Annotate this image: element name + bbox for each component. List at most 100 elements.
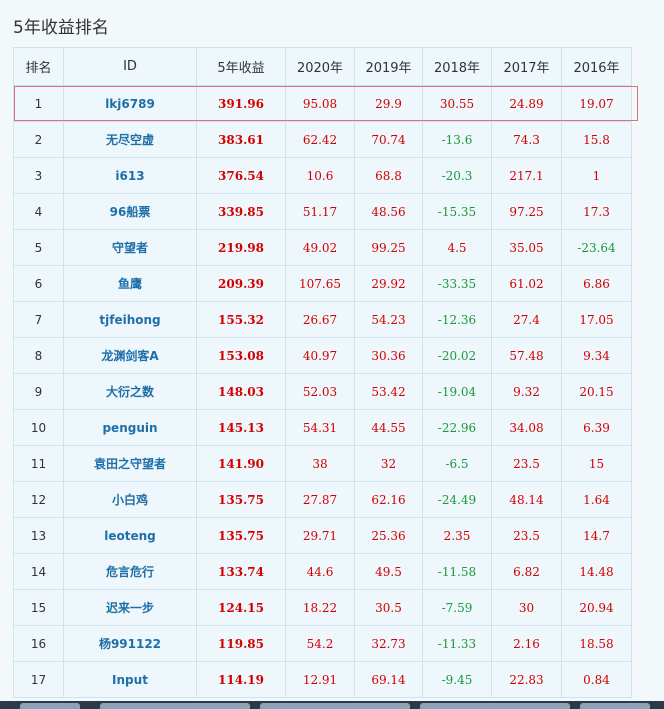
- year-return-cell-2019: 68.8: [354, 157, 423, 194]
- user-id-link[interactable]: 大衍之数: [106, 385, 154, 399]
- table-row: 8 龙渊剑客A 153.08 40.97 30.36 -20.02 57.48 9.34: [13, 337, 632, 374]
- table-header-row: 排名 ID 5年收益 2020年 2019年 2018年 2017年 2016年: [13, 47, 632, 86]
- year-return-cell-2018: 4.5: [422, 229, 492, 266]
- year-return-cell-2018: -24.49: [422, 481, 492, 518]
- year-return-cell-2018: -33.35: [422, 265, 492, 302]
- year-return-cell-2019: 53.42: [354, 373, 423, 410]
- rank-cell: 15: [13, 589, 64, 626]
- year-return-cell-2020: 44.6: [285, 553, 355, 590]
- rank-cell: 1: [13, 85, 64, 122]
- user-id-link[interactable]: 96船票: [110, 205, 151, 219]
- table-row: 3 i613 376.54 10.6 68.8 -20.3 217.1 1: [13, 157, 632, 194]
- id-cell: 小白鸡: [63, 481, 197, 518]
- user-id-link[interactable]: i613: [115, 169, 144, 183]
- year-return-cell-2020: 26.67: [285, 301, 355, 338]
- year-return-cell-2017: 6.82: [491, 553, 562, 590]
- five-year-return-cell: 339.85: [196, 193, 286, 230]
- id-cell: 守望者: [63, 229, 197, 266]
- page-title: 5年收益排名: [13, 18, 109, 38]
- year-return-cell-2020: 38: [285, 445, 355, 482]
- rank-cell: 12: [13, 481, 64, 518]
- year-return-cell-2020: 95.08: [285, 85, 355, 122]
- user-id-link[interactable]: 小白鸡: [112, 493, 148, 507]
- id-cell: 无尽空虚: [63, 121, 197, 158]
- user-id-link[interactable]: lkj6789: [105, 97, 155, 111]
- year-return-cell-2016: 1.64: [561, 481, 632, 518]
- user-id-link[interactable]: Input: [112, 673, 148, 687]
- ranking-table: 排名 ID 5年收益 2020年 2019年 2018年 2017年 2016年…: [13, 47, 632, 698]
- year-return-cell-2018: -11.58: [422, 553, 492, 590]
- year-return-cell-2020: 62.42: [285, 121, 355, 158]
- five-year-return-cell: 135.75: [196, 517, 286, 554]
- five-year-return-cell: 148.03: [196, 373, 286, 410]
- table-row: 9 大衍之数 148.03 52.03 53.42 -19.04 9.32 20.15: [13, 373, 632, 410]
- user-id-link[interactable]: 杨991122: [99, 637, 161, 651]
- year-return-cell-2019: 48.56: [354, 193, 423, 230]
- year-return-cell-2016: 15: [561, 445, 632, 482]
- year-return-cell-2017: 97.25: [491, 193, 562, 230]
- year-return-cell-2016: 0.84: [561, 661, 632, 698]
- year-return-cell-2017: 61.02: [491, 265, 562, 302]
- year-return-cell-2016: 6.39: [561, 409, 632, 446]
- year-return-cell-2020: 10.6: [285, 157, 355, 194]
- user-id-link[interactable]: 守望者: [112, 241, 148, 255]
- header-2017: 2017年: [491, 47, 562, 86]
- year-return-cell-2017: 74.3: [491, 121, 562, 158]
- rank-cell: 11: [13, 445, 64, 482]
- year-return-cell-2018: -20.3: [422, 157, 492, 194]
- year-return-cell-2018: -12.36: [422, 301, 492, 338]
- year-return-cell-2019: 30.5: [354, 589, 423, 626]
- taskbar-button[interactable]: [260, 703, 410, 709]
- table-row: 5 守望者 219.98 49.02 99.25 4.5 35.05 -23.64: [13, 229, 632, 266]
- year-return-cell-2018: -7.59: [422, 589, 492, 626]
- rank-cell: 9: [13, 373, 64, 410]
- header-rank: 排名: [13, 47, 64, 86]
- user-id-link[interactable]: tjfeihong: [99, 313, 160, 327]
- id-cell: 迟来一步: [63, 589, 197, 626]
- id-cell: 96船票: [63, 193, 197, 230]
- id-cell: penguin: [63, 409, 197, 446]
- year-return-cell-2020: 27.87: [285, 481, 355, 518]
- year-return-cell-2019: 54.23: [354, 301, 423, 338]
- id-cell: tjfeihong: [63, 301, 197, 338]
- table-row: 11 袁田之守望者 141.90 38 32 -6.5 23.5 15: [13, 445, 632, 482]
- year-return-cell-2019: 49.5: [354, 553, 423, 590]
- rank-cell: 7: [13, 301, 64, 338]
- year-return-cell-2017: 30: [491, 589, 562, 626]
- year-return-cell-2019: 32: [354, 445, 423, 482]
- rank-cell: 3: [13, 157, 64, 194]
- header-2018: 2018年: [422, 47, 492, 86]
- year-return-cell-2018: 30.55: [422, 85, 492, 122]
- user-id-link[interactable]: 袁田之守望者: [94, 457, 166, 471]
- user-id-link[interactable]: 鱼鹰: [118, 277, 142, 291]
- id-cell: 鱼鹰: [63, 265, 197, 302]
- year-return-cell-2016: 20.15: [561, 373, 632, 410]
- year-return-cell-2018: -13.6: [422, 121, 492, 158]
- five-year-return-cell: 124.15: [196, 589, 286, 626]
- header-id: ID: [63, 47, 197, 86]
- user-id-link[interactable]: 无尽空虚: [106, 133, 154, 147]
- rank-cell: 4: [13, 193, 64, 230]
- table-row: 1 lkj6789 391.96 95.08 29.9 30.55 24.89 19.07: [13, 85, 632, 122]
- user-id-link[interactable]: penguin: [102, 421, 157, 435]
- taskbar-button[interactable]: [100, 703, 250, 709]
- five-year-return-cell: 376.54: [196, 157, 286, 194]
- year-return-cell-2019: 99.25: [354, 229, 423, 266]
- rank-cell: 16: [13, 625, 64, 662]
- taskbar-button[interactable]: [580, 703, 650, 709]
- id-cell: Input: [63, 661, 197, 698]
- year-return-cell-2016: 18.58: [561, 625, 632, 662]
- taskbar-button[interactable]: [420, 703, 570, 709]
- user-id-link[interactable]: leoteng: [104, 529, 156, 543]
- user-id-link[interactable]: 迟来一步: [106, 601, 154, 615]
- year-return-cell-2016: 1: [561, 157, 632, 194]
- user-id-link[interactable]: 危言危行: [106, 565, 154, 579]
- year-return-cell-2017: 48.14: [491, 481, 562, 518]
- year-return-cell-2018: 2.35: [422, 517, 492, 554]
- taskbar-button[interactable]: [20, 703, 80, 709]
- year-return-cell-2019: 25.36: [354, 517, 423, 554]
- user-id-link[interactable]: 龙渊剑客A: [101, 349, 158, 363]
- five-year-return-cell: 383.61: [196, 121, 286, 158]
- year-return-cell-2017: 34.08: [491, 409, 562, 446]
- id-cell: 龙渊剑客A: [63, 337, 197, 374]
